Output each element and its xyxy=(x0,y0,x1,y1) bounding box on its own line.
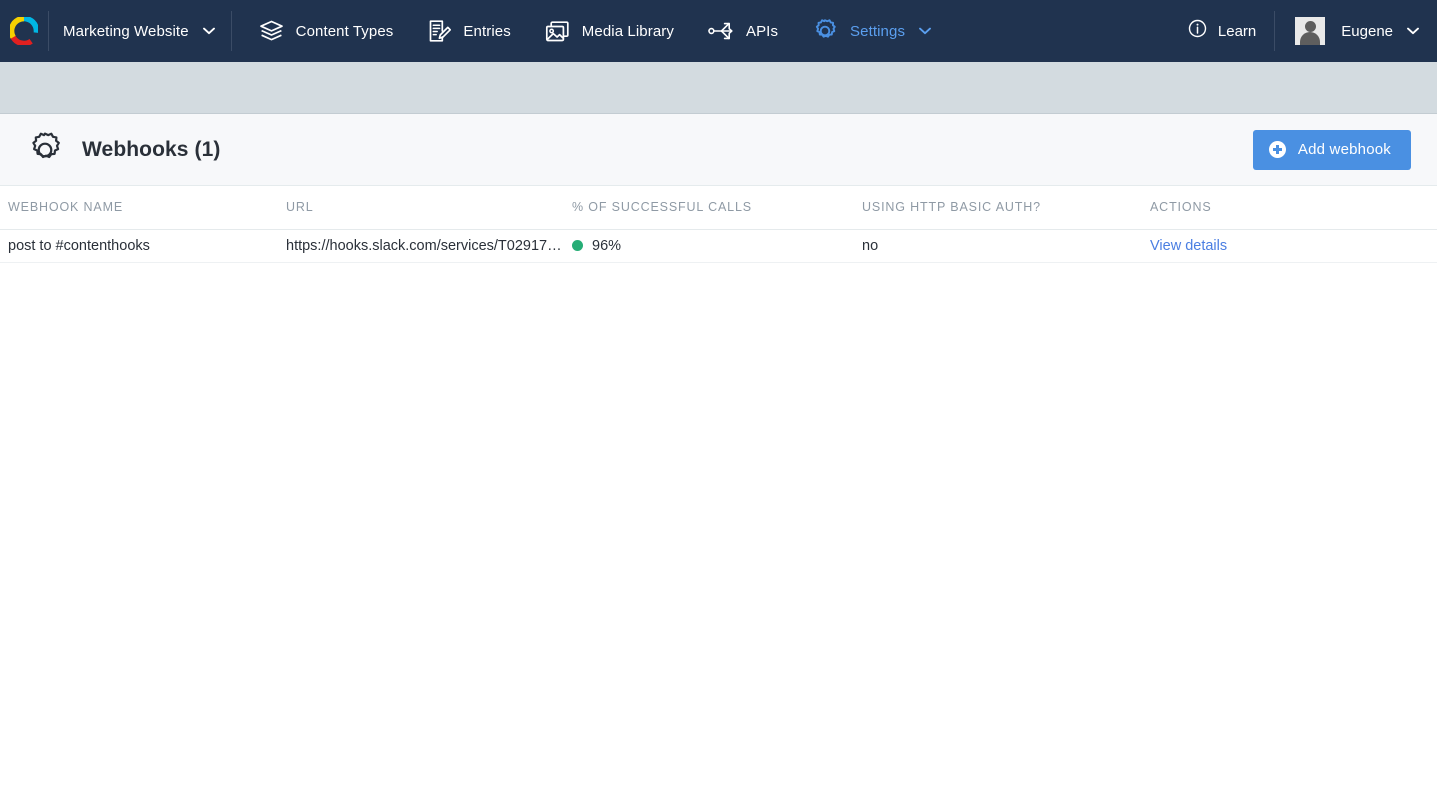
empty-content-area xyxy=(0,262,1437,799)
space-name: Marketing Website xyxy=(63,22,189,40)
success-rate-value: 96% xyxy=(592,237,622,254)
nav-item-content-types[interactable]: Content Types xyxy=(242,0,411,62)
table-head: WEBHOOK NAME URL % OF SUCCESSFUL CALLS U… xyxy=(0,186,1437,230)
nav-label: APIs xyxy=(745,22,779,40)
table-body: post to #contenthooks https://hooks.slac… xyxy=(0,229,1437,263)
table-header-row: WEBHOOK NAME URL % OF SUCCESSFUL CALLS U… xyxy=(0,186,1437,230)
space-selector[interactable]: Marketing Website xyxy=(49,0,231,62)
page-title: Webhooks (1) xyxy=(82,137,221,161)
learn-label: Learn xyxy=(1217,22,1257,40)
learn-button[interactable]: Learn xyxy=(1178,0,1274,62)
plus-circle-icon xyxy=(1268,141,1286,158)
nav-label: Settings xyxy=(850,22,906,40)
nav-item-settings[interactable]: Settings xyxy=(795,0,948,62)
webhook-url-text: https://hooks.slack.com/services/T02917… xyxy=(286,237,562,254)
column-header-basic-auth: USING HTTP BASIC AUTH? xyxy=(862,186,1150,230)
page-header: Webhooks (1) Add webhook xyxy=(0,114,1437,186)
chevron-down-icon xyxy=(919,22,931,40)
column-header-webhook-name: WEBHOOK NAME xyxy=(0,186,286,230)
chevron-down-icon xyxy=(1407,22,1419,40)
nav-items: Content Types Entries Media Library APIs… xyxy=(242,0,948,62)
nav-item-entries[interactable]: Entries xyxy=(410,0,527,62)
cell-success-rate: 96% xyxy=(572,229,862,263)
api-fork-icon xyxy=(708,20,734,42)
add-webhook-button[interactable]: Add webhook xyxy=(1252,129,1411,170)
image-stack-icon xyxy=(545,20,570,43)
nav-divider xyxy=(230,11,232,51)
page-root: Marketing Website Content Types Entries … xyxy=(0,0,1437,799)
top-navbar: Marketing Website Content Types Entries … xyxy=(0,0,1437,62)
document-pencil-icon xyxy=(427,19,452,43)
user-menu[interactable]: Eugene xyxy=(1275,0,1437,62)
table-row[interactable]: post to #contenthooks https://hooks.slac… xyxy=(0,229,1437,263)
column-header-success-rate: % OF SUCCESSFUL CALLS xyxy=(572,186,862,230)
layers-icon xyxy=(259,20,284,42)
add-webhook-label: Add webhook xyxy=(1297,141,1391,158)
avatar-body xyxy=(1300,32,1321,45)
contentful-logo-icon xyxy=(10,17,38,45)
nav-item-apis[interactable]: APIs xyxy=(691,0,795,62)
avatar-head xyxy=(1304,21,1316,32)
chevron-down-icon xyxy=(202,22,215,40)
column-header-url: URL xyxy=(286,186,572,230)
nav-label: Content Types xyxy=(295,22,394,40)
user-name: Eugene xyxy=(1341,22,1393,40)
info-circle-icon xyxy=(1188,19,1207,43)
cell-actions: View details xyxy=(1150,229,1437,263)
cell-basic-auth: no xyxy=(862,229,1150,263)
secondary-band xyxy=(0,62,1437,114)
cell-webhook-name: post to #contenthooks xyxy=(0,229,286,263)
gear-icon xyxy=(812,18,838,44)
nav-label: Entries xyxy=(463,22,511,40)
nav-item-media-library[interactable]: Media Library xyxy=(528,0,691,62)
contentful-logo[interactable] xyxy=(0,0,48,62)
gear-icon xyxy=(26,131,64,169)
column-header-actions: ACTIONS xyxy=(1150,186,1437,230)
avatar xyxy=(1295,17,1326,45)
webhooks-table: WEBHOOK NAME URL % OF SUCCESSFUL CALLS U… xyxy=(0,186,1437,263)
nav-right: Learn Eugene xyxy=(1178,0,1437,62)
cell-url: https://hooks.slack.com/services/T02917… xyxy=(286,229,572,263)
view-details-link[interactable]: View details xyxy=(1150,238,1227,254)
nav-label: Media Library xyxy=(581,22,674,40)
status-dot-icon xyxy=(572,240,583,251)
